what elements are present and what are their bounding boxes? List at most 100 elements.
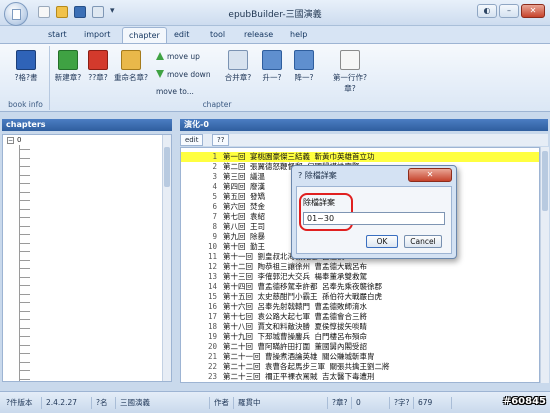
tree-item-connector: [20, 259, 30, 261]
line-number: 20: [207, 342, 217, 351]
move-to-button[interactable]: move to...: [156, 86, 194, 98]
editor-scrollbar[interactable]: [540, 147, 549, 383]
tab-preview[interactable]: ??: [212, 134, 230, 146]
book-name-value: 三國演義: [118, 397, 210, 409]
first-line-as-chapter-button[interactable]: 第一行作?章?: [328, 50, 372, 94]
line-number: 16: [207, 302, 217, 311]
editor-line[interactable]: 16 第十六回 呂奉先射戟轅門 曹孟德敗師淯水: [181, 302, 539, 312]
editor-line[interactable]: 12 第十二回 陶恭祖三讓徐州 曹孟德大戰呂布: [181, 262, 539, 272]
editor-line[interactable]: 17 第十七回 袁公路大起七軍 曹孟德會合三將: [181, 312, 539, 322]
tree-item-connector: [20, 293, 30, 295]
tab-edit-view[interactable]: edit: [180, 134, 204, 146]
tab-release[interactable]: release: [238, 27, 279, 43]
tab-edit[interactable]: edit: [168, 27, 195, 43]
minimize-button[interactable]: –: [499, 4, 519, 18]
close-button[interactable]: ✕: [521, 4, 545, 18]
tree-item-connector: [20, 200, 30, 201]
tree-item-connector: [20, 378, 30, 380]
book-info-label: book info: [8, 100, 43, 109]
editor-scroll-thumb[interactable]: [542, 151, 548, 211]
line-number: 21: [207, 352, 217, 361]
tree-item-connector: [20, 302, 30, 303]
line-text: 第四回 廢漢: [223, 182, 266, 191]
collapse-toggle[interactable]: −: [7, 137, 14, 144]
editor-line[interactable]: 19 第十九回 下邳城曹操鏖兵 白門樓呂布殞命: [181, 332, 539, 342]
pane-splitter[interactable]: [174, 118, 178, 384]
tree-item-connector: [20, 327, 30, 329]
delete-chapter-icon: [88, 50, 108, 70]
tree-item-connector: [20, 370, 30, 371]
tree-item-connector: [20, 174, 30, 176]
editor-line[interactable]: 14 第十四回 曹孟德移駕幸許都 呂奉先乘夜襲徐郡: [181, 282, 539, 292]
book-edit-icon: [16, 50, 36, 70]
move-down-button[interactable]: move down: [156, 69, 211, 81]
book-info-button[interactable]: ?格?書: [6, 50, 46, 83]
line-text: 第五回 發矯: [223, 192, 266, 201]
new-chapter-button[interactable]: 新建章?: [54, 50, 82, 83]
tree-item-connector: [20, 319, 30, 320]
tree-connector: [19, 145, 20, 381]
line-text: 第二十一回 曹操煮酒論英雄 關公賺城斬車冑: [223, 352, 375, 361]
line-text: 第二十三回 禰正平裸衣罵賊 吉太醫下毒遭刑: [223, 372, 375, 381]
promote-level-button[interactable]: 升一?: [258, 50, 286, 83]
tab-start[interactable]: start: [42, 27, 73, 43]
line-number: 9: [212, 232, 217, 241]
document-lines-icon: [340, 50, 360, 70]
range-input[interactable]: 01~30: [303, 212, 445, 225]
book-name-label: ?名: [94, 397, 116, 409]
tree-item-connector: [20, 225, 30, 227]
char-count-value: 679: [416, 397, 452, 409]
tab-chapter[interactable]: chapter: [122, 27, 167, 43]
line-text: 第十二回 陶恭祖三讓徐州 曹孟德大戰呂布: [223, 262, 368, 271]
editor-line[interactable]: 20 第二十回 曹阿瞞許田打圍 董國舅內閣受詔: [181, 342, 539, 352]
chapter-group: 新建章? ??章? 重命名章? move up move down move t…: [52, 46, 382, 110]
line-number: 4: [212, 182, 217, 191]
line-number: 1: [212, 152, 217, 161]
rename-chapter-button[interactable]: 重命名章?: [114, 50, 148, 83]
line-number: 5: [212, 192, 217, 201]
editor-line[interactable]: 1 第一回 宴桃園豪傑三結義 斬黃巾英雄首立功: [181, 152, 539, 162]
line-text: 第六回 焚金: [223, 202, 266, 211]
line-number: 8: [212, 222, 217, 231]
dialog-close-button[interactable]: ✕: [408, 168, 452, 182]
line-number: 11: [207, 252, 217, 261]
author-value: 羅貫中: [236, 397, 328, 409]
tree-item-connector: [20, 217, 30, 218]
chapters-tree[interactable]: − 0: [2, 134, 172, 382]
editor-line[interactable]: 18 第十八回 賈文和料敵決勝 夏侯惇拔矢啖睛: [181, 322, 539, 332]
delete-chapter-button[interactable]: ??章?: [84, 50, 112, 83]
tree-item-connector: [20, 251, 30, 252]
ok-button[interactable]: OK: [366, 235, 398, 248]
tree-root[interactable]: 0: [17, 136, 21, 144]
demote-level-button[interactable]: 降一?: [290, 50, 318, 83]
line-number: 2: [212, 162, 217, 171]
tree-item-connector: [20, 208, 30, 210]
ribbon-tab-bar: start import chapter edit tool release h…: [0, 26, 550, 43]
tree-item-connector: [20, 276, 30, 278]
restore-button[interactable]: ◐: [477, 4, 497, 18]
editor-line[interactable]: 23 第二十三回 禰正平裸衣罵賊 吉太醫下毒遭刑: [181, 372, 539, 382]
tab-help[interactable]: help: [284, 27, 313, 43]
editor-line[interactable]: 22 第二十二回 袁曹各起馬步三軍 關張共擒王劉二將: [181, 362, 539, 372]
scroll-thumb[interactable]: [164, 147, 170, 187]
split-chapter-dialog: ? 除檔詳案 ✕ 除檔詳案 01~30 OK Cancel: [291, 165, 457, 259]
editor-line[interactable]: 13 第十三回 李傕郭汜大交兵 楊奉董承雙救駕: [181, 272, 539, 282]
editor-line[interactable]: 21 第二十一回 曹操煮酒論英雄 關公賺城斬車冑: [181, 352, 539, 362]
tab-tool[interactable]: tool: [204, 27, 231, 43]
chapters-scrollbar[interactable]: [162, 135, 171, 381]
tree-item-connector: [20, 166, 30, 167]
tree-item-connector: [20, 285, 30, 286]
title-bar: ▾ epubBuilder-三國演義 ◐ – ✕: [0, 0, 550, 26]
tab-import[interactable]: import: [78, 27, 116, 43]
editor-line[interactable]: 15 第十五回 太史慈酣鬥小霸王 孫伯符大戰嚴白虎: [181, 292, 539, 302]
move-up-button[interactable]: move up: [156, 51, 200, 63]
char-count-label: ?字?: [392, 397, 414, 409]
editor-pane-title: 演化-0: [180, 119, 548, 131]
dialog-field-label: 除檔詳案: [303, 198, 335, 207]
line-number: 3: [212, 172, 217, 181]
cancel-button[interactable]: Cancel: [404, 235, 442, 248]
line-text: 第十三回 李傕郭汜大交兵 楊奉董承雙救駕: [223, 272, 368, 281]
merge-chapter-button[interactable]: 合并章?: [224, 50, 252, 83]
arrow-up-icon: [156, 52, 164, 60]
tree-item-connector: [20, 183, 30, 184]
